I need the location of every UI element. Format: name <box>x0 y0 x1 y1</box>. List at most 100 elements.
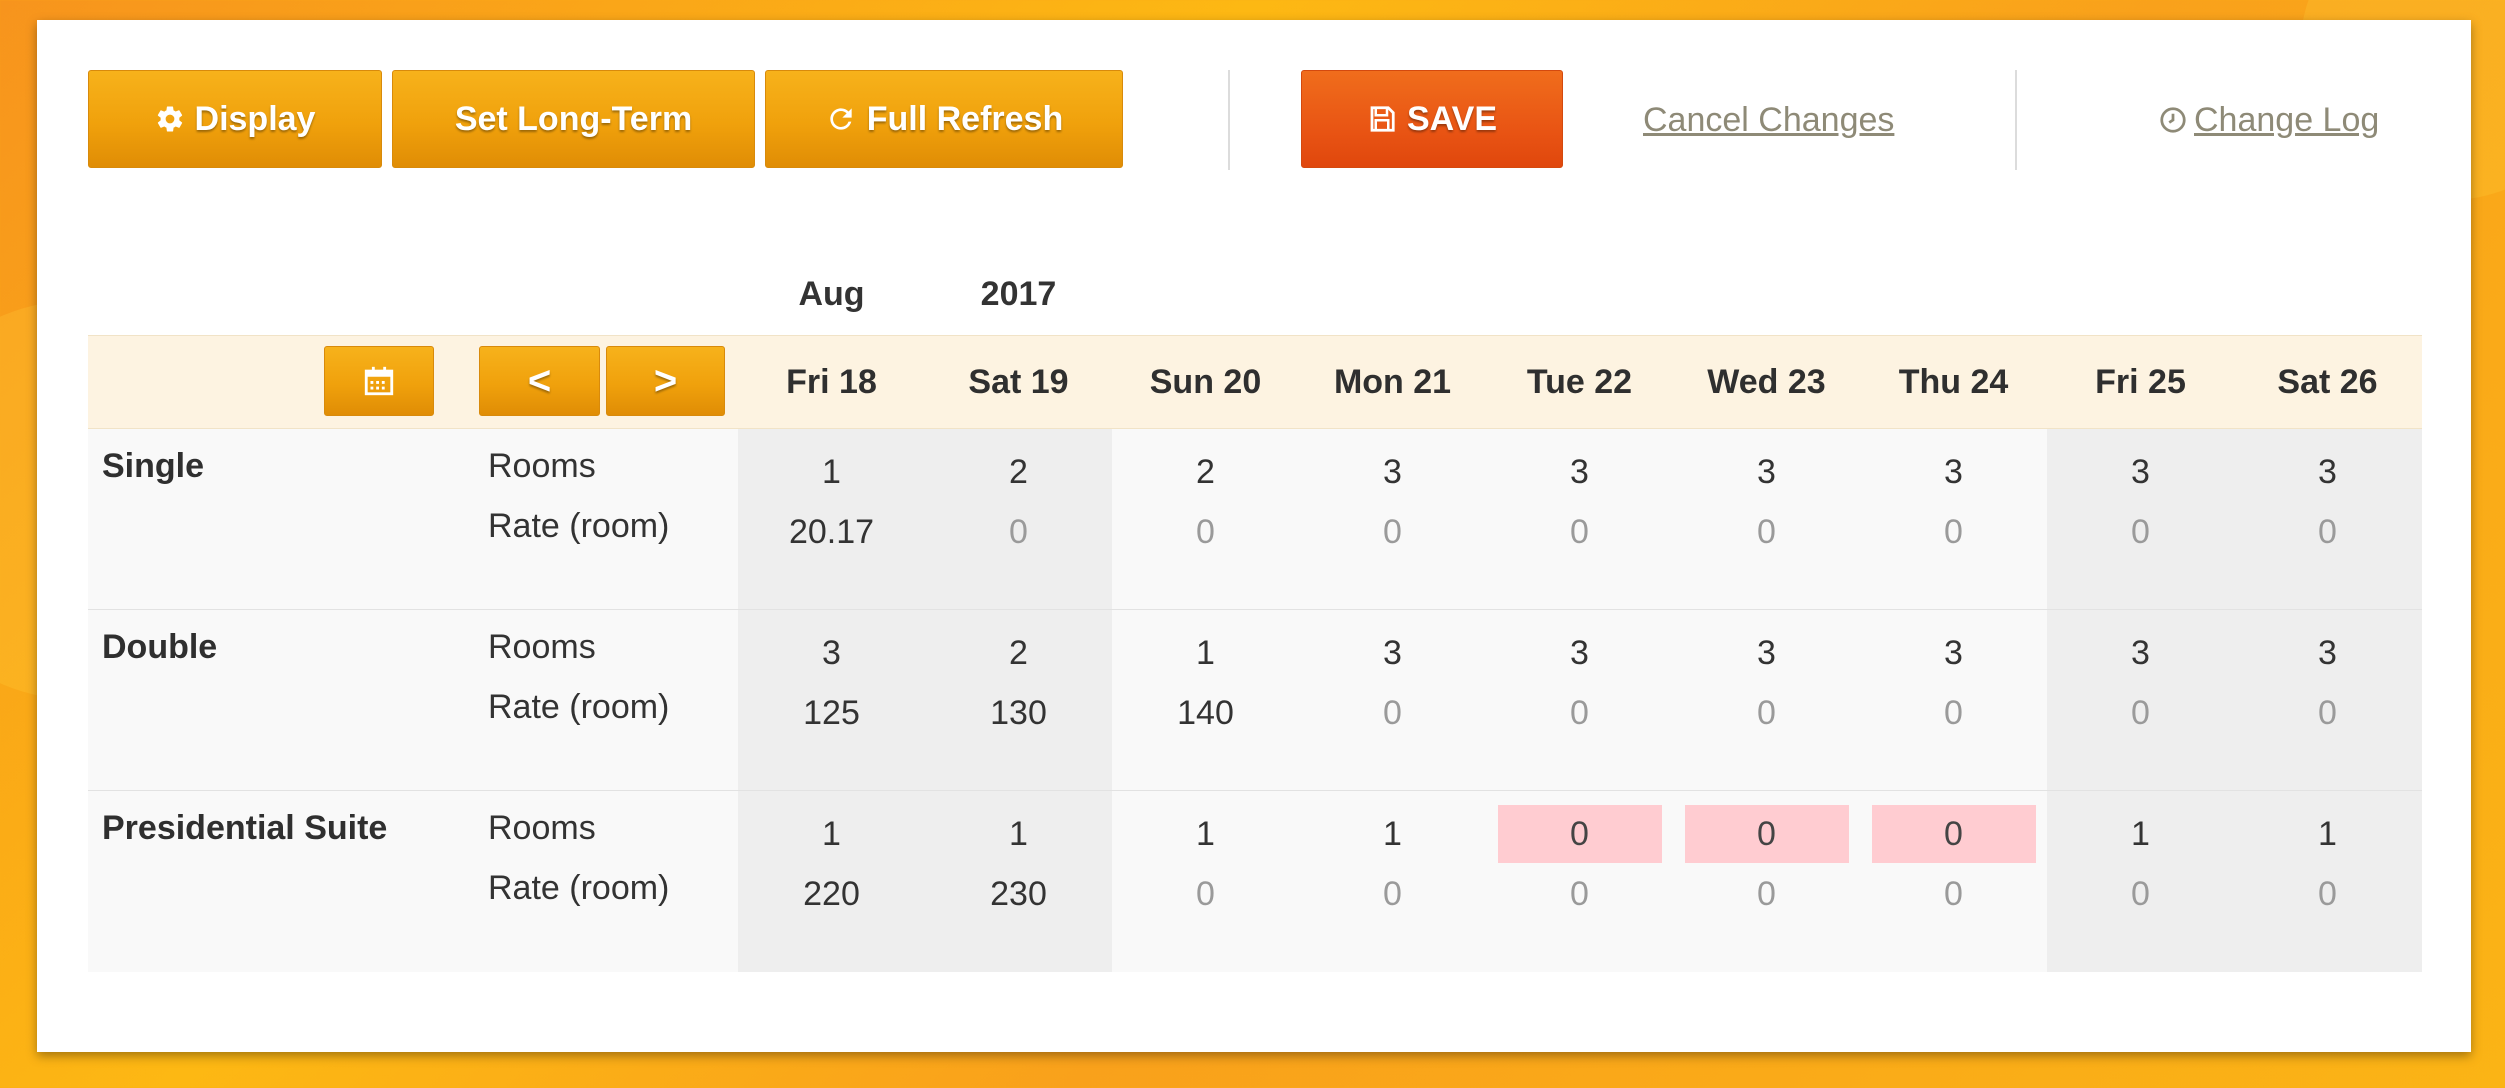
rooms-cell[interactable]: 0 <box>1871 805 2036 863</box>
rate-cell[interactable]: 0 <box>2246 865 2410 923</box>
rooms-cell[interactable]: 1 <box>1311 805 1475 863</box>
refresh-icon <box>825 103 857 135</box>
rooms-cell[interactable]: 3 <box>1311 624 1475 682</box>
rate-cell[interactable]: 0 <box>1872 503 2036 561</box>
day-header: Wed 23 <box>1707 362 1826 401</box>
day-header: Tue 22 <box>1526 362 1633 401</box>
rate-cell[interactable]: 130 <box>937 684 1101 742</box>
rooms-cell[interactable]: 3 <box>1872 624 2036 682</box>
room-type-row: Presidential Suite Rooms Rate (room) 111… <box>88 791 2422 972</box>
day-header: Sat 26 <box>2277 362 2378 401</box>
rooms-cell[interactable]: 2 <box>937 624 1101 682</box>
rooms-cell[interactable]: 3 <box>1311 443 1475 501</box>
previous-label: < <box>527 358 552 403</box>
rooms-cell[interactable]: 3 <box>1685 443 1849 501</box>
rooms-cell[interactable]: 3 <box>1872 443 2036 501</box>
rate-row-label: Rate (room) <box>488 688 670 726</box>
next-week-button[interactable]: > <box>606 346 725 416</box>
toolbar-divider <box>1228 70 1230 170</box>
display-button-label: Display <box>194 99 316 138</box>
day-header: Sun 20 <box>1149 362 1262 401</box>
rate-cell[interactable]: 0 <box>1498 503 1662 561</box>
day-header: Thu 24 <box>1898 362 2009 401</box>
day-header: Mon 21 <box>1333 362 1452 401</box>
rate-cell[interactable]: 0 <box>1124 503 1288 561</box>
rate-cell[interactable]: 0 <box>1311 503 1475 561</box>
rooms-cell[interactable]: 1 <box>750 805 914 863</box>
rooms-cell[interactable]: 0 <box>1497 805 1662 863</box>
rate-cell[interactable]: 140 <box>1124 684 1288 742</box>
calendar-icon <box>362 364 396 398</box>
set-long-term-label: Set Long-Term <box>454 99 693 138</box>
rooms-cell[interactable]: 1 <box>2246 805 2410 863</box>
rate-cell[interactable]: 125 <box>750 684 914 742</box>
rate-cell[interactable]: 0 <box>1498 865 1662 923</box>
floppy-disk-icon <box>1367 104 1397 134</box>
rate-cell[interactable]: 0 <box>2059 865 2223 923</box>
rooms-cell[interactable]: 2 <box>937 443 1101 501</box>
day-header: Fri 18 <box>786 362 877 401</box>
rate-cell[interactable]: 0 <box>2059 503 2223 561</box>
room-type-name: Double <box>102 628 218 666</box>
rooms-cell[interactable]: 3 <box>750 624 914 682</box>
rate-cell[interactable]: 0 <box>1311 684 1475 742</box>
room-type-name: Single <box>102 447 205 485</box>
rate-cell[interactable]: 230 <box>937 865 1101 923</box>
rooms-cell[interactable]: 0 <box>1684 805 1849 863</box>
rate-cell[interactable]: 0 <box>1685 684 1849 742</box>
date-header-row: < > Fri 18 Sat 19 Sun 20 Mon 21 Tue 22 W… <box>88 335 2422 429</box>
rooms-row-label: Rooms <box>488 809 596 847</box>
rooms-cell[interactable]: 1 <box>1124 805 1288 863</box>
day-header: Sat 19 <box>968 362 1069 401</box>
room-type-row: Double Rooms Rate (room) 3 2 1 3 3 3 3 3 3 125 130… <box>88 610 2422 791</box>
rooms-cell[interactable]: 3 <box>2059 624 2223 682</box>
rate-cell[interactable]: 0 <box>2059 684 2223 742</box>
rooms-cell[interactable]: 3 <box>2246 624 2410 682</box>
rate-row-label: Rate (room) <box>488 507 670 545</box>
full-refresh-button[interactable]: Full Refresh <box>765 70 1123 168</box>
rate-cell[interactable]: 0 <box>1872 865 2036 923</box>
display-button[interactable]: Display <box>88 70 382 168</box>
year-label: 2017 <box>980 275 1057 313</box>
toolbar: Display Set Long-Term Full Refresh SAVE … <box>88 70 2418 170</box>
previous-week-button[interactable]: < <box>479 346 600 416</box>
save-button[interactable]: SAVE <box>1301 70 1563 168</box>
rooms-cell[interactable]: 3 <box>1498 624 1662 682</box>
rooms-cell[interactable]: 3 <box>2246 443 2410 501</box>
day-header: Fri 25 <box>2095 362 2186 401</box>
rooms-row-label: Rooms <box>488 628 596 666</box>
rate-cell[interactable]: 20.17 <box>750 503 914 561</box>
cancel-changes-link[interactable]: Cancel Changes <box>1643 70 1894 170</box>
set-long-term-button[interactable]: Set Long-Term <box>392 70 755 168</box>
rate-cell[interactable]: 0 <box>1498 684 1662 742</box>
next-label: > <box>653 358 678 403</box>
rate-cell[interactable]: 0 <box>2246 503 2410 561</box>
clock-icon <box>2158 105 2188 135</box>
calendar-picker-button[interactable] <box>324 346 434 416</box>
rooms-cell[interactable]: 3 <box>2059 443 2223 501</box>
rooms-cell[interactable]: 3 <box>1685 624 1849 682</box>
rooms-cell[interactable]: 1 <box>2059 805 2223 863</box>
rate-cell[interactable]: 0 <box>1872 684 2036 742</box>
change-log-link[interactable]: Change Log <box>2158 70 2379 170</box>
room-type-name: Presidential Suite <box>102 809 388 847</box>
cancel-changes-label: Cancel Changes <box>1643 100 1895 139</box>
rooms-cell[interactable]: 1 <box>750 443 914 501</box>
full-refresh-label: Full Refresh <box>866 99 1064 138</box>
availability-grid: Aug 2017 < > Fri 18 Sat 19 Sun 20 Mon 21… <box>88 250 2422 972</box>
rate-cell[interactable]: 220 <box>750 865 914 923</box>
rate-cell[interactable]: 0 <box>937 503 1101 561</box>
rooms-cell[interactable]: 1 <box>937 805 1101 863</box>
rate-cell[interactable]: 0 <box>1124 865 1288 923</box>
rooms-row-label: Rooms <box>488 447 596 485</box>
rate-cell[interactable]: 0 <box>1685 503 1849 561</box>
rooms-cell[interactable]: 1 <box>1124 624 1288 682</box>
rate-cell[interactable]: 0 <box>2246 684 2410 742</box>
toolbar-divider <box>2015 70 2017 170</box>
rate-row-label: Rate (room) <box>488 869 670 907</box>
rates-availability-panel: Display Set Long-Term Full Refresh SAVE … <box>37 20 2471 1052</box>
rooms-cell[interactable]: 3 <box>1498 443 1662 501</box>
rate-cell[interactable]: 0 <box>1311 865 1475 923</box>
rooms-cell[interactable]: 2 <box>1124 443 1288 501</box>
rate-cell[interactable]: 0 <box>1685 865 1849 923</box>
